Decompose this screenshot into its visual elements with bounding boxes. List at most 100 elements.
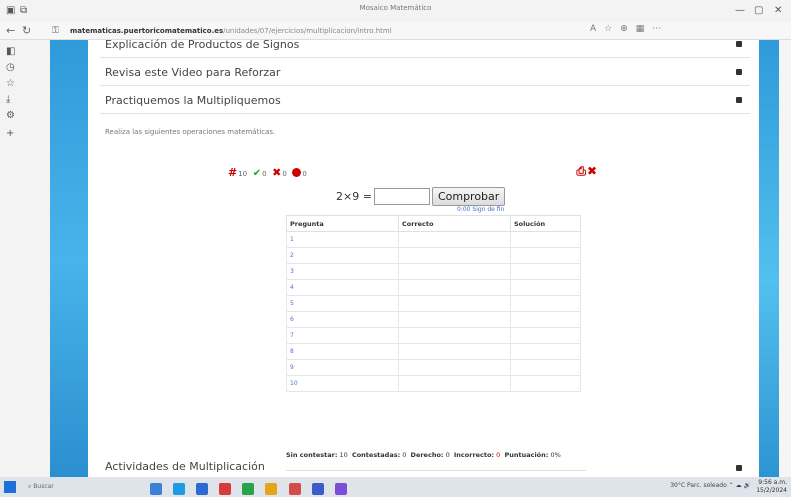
accordion-item-video[interactable]: Revisa este Video para Reforzar	[100, 62, 750, 86]
accordion-title: Explicación de Productos de Signos	[105, 38, 300, 51]
column-header-correcto: Correcto	[398, 215, 511, 232]
browser-sidebar: ◧ ◷ ☆ ⤓ ⚙ +	[0, 40, 50, 477]
clock-time: 9:56 a.m.	[758, 479, 787, 486]
column-header-solucion: Solución	[510, 215, 581, 232]
correct-icon: ✔	[252, 168, 262, 179]
question-number-cell[interactable]: 3	[286, 263, 399, 280]
quiz-stats: #10 ✔0 ✖0 0	[228, 166, 310, 179]
store-icon[interactable]	[196, 483, 209, 495]
table-row: 2	[286, 247, 581, 264]
system-tray[interactable]: 30°C Parc. soleado ⌃ ☁ 🔊	[670, 482, 751, 489]
question-number-cell[interactable]: 10	[286, 375, 399, 392]
accordion-item-activities[interactable]: Actividades de Multiplicación	[100, 457, 750, 477]
taskbar-search-label: Buscar	[33, 483, 54, 490]
table-row: 5	[286, 295, 581, 312]
browser-toolbar-icons[interactable]: A☆⊕▦⋯	[590, 24, 669, 34]
total-icon: #	[228, 166, 238, 179]
correct-cell	[398, 279, 511, 296]
taskbar-search[interactable]: ⌕ Buscar	[24, 481, 94, 493]
correct-cell	[398, 343, 511, 360]
solution-cell	[510, 327, 581, 344]
sidebar-settings-icon[interactable]: ⚙	[6, 110, 15, 121]
close-window-button[interactable]: ✕	[774, 3, 782, 19]
question-text: 2×9 =	[336, 190, 372, 203]
correct-cell	[398, 263, 511, 280]
refresh-icon[interactable]: ↻	[22, 23, 31, 39]
edge-icon[interactable]	[173, 483, 186, 495]
windows-taskbar: ⌕ Buscar 30°C Parc. soleado ⌃ ☁ 🔊 9:56 a…	[0, 477, 791, 497]
sidebar-history-icon[interactable]: ◷	[6, 62, 15, 73]
file-explorer-icon[interactable]	[150, 483, 162, 495]
maximize-button[interactable]: ▢	[754, 3, 763, 19]
solution-cell	[510, 279, 581, 296]
question-number-cell[interactable]: 9	[286, 359, 399, 376]
question-number-cell[interactable]: 6	[286, 311, 399, 328]
office-icon[interactable]	[219, 483, 232, 495]
lock-icon: ⚿	[52, 26, 59, 36]
solution-cell	[510, 343, 581, 360]
table-header-row: Pregunta Correcto Solución	[286, 215, 581, 232]
solution-cell	[510, 231, 581, 248]
accordion-title: Practiquemos la Multipliquemos	[105, 94, 281, 107]
minimize-button[interactable]: —	[735, 3, 745, 19]
clock-date: 15/2/2024	[756, 487, 787, 494]
print-icon[interactable]: ⎙	[576, 164, 587, 178]
taskbar-apps	[150, 480, 353, 495]
table-row: 6	[286, 311, 581, 328]
incorrect-count: 0	[282, 170, 287, 178]
collapse-icon[interactable]	[736, 97, 742, 103]
total-count: 10	[238, 170, 248, 178]
question-number-cell[interactable]: 1	[286, 231, 399, 248]
solution-cell	[510, 295, 581, 312]
accordion-title: Actividades de Multiplicación	[105, 460, 265, 473]
question-row: 2×9 = Comprobar	[336, 186, 506, 206]
correct-cell	[398, 359, 511, 376]
table-row: 9	[286, 359, 581, 376]
solution-cell	[510, 375, 581, 392]
sidebar-tabs-icon[interactable]: ◧	[6, 46, 15, 57]
browser-window-title: Mosaico Matemático	[359, 4, 432, 12]
correct-cell	[398, 375, 511, 392]
decorative-band-left	[50, 40, 88, 477]
chrome-icon[interactable]	[265, 483, 278, 495]
question-number-cell[interactable]: 7	[286, 327, 399, 344]
check-button[interactable]: Comprobar	[431, 187, 506, 206]
skipped-icon	[292, 168, 302, 177]
question-number-cell[interactable]: 8	[286, 343, 399, 360]
accordion-item-practice[interactable]: Practiquemos la Multipliquemos	[100, 90, 750, 114]
table-row: 4	[286, 279, 581, 296]
correct-cell	[398, 311, 511, 328]
table-row: 3	[286, 263, 581, 280]
solution-cell	[510, 263, 581, 280]
page-content: Explicación de Productos de Signos Revis…	[88, 38, 759, 477]
word-icon[interactable]	[311, 483, 324, 495]
back-arrow-icon[interactable]: ←	[6, 23, 15, 39]
taskbar-clock[interactable]: 9:56 a.m. 15/2/2024	[756, 479, 787, 495]
browser-titlebar: ▣ ⧉ Mosaico Matemático — ▢ ✕	[0, 0, 791, 22]
answer-input[interactable]	[373, 188, 430, 205]
teams-icon[interactable]	[334, 483, 347, 495]
web-page: Explicación de Productos de Signos Revis…	[50, 38, 791, 477]
multiplication-quiz: #10 ✔0 ✖0 0 ⎙✖ 2×9 = Comprobar 0:00 Sign …	[228, 162, 598, 471]
column-header-pregunta: Pregunta	[286, 215, 399, 232]
sidebar-add-icon[interactable]: +	[6, 128, 14, 139]
solution-cell	[510, 247, 581, 264]
expand-icon[interactable]	[736, 69, 742, 75]
time-link[interactable]: 0:00 Sign de fin	[457, 206, 504, 213]
accordion-title: Revisa este Video para Reforzar	[105, 66, 281, 79]
question-number-cell[interactable]: 5	[286, 295, 399, 312]
powerpoint-icon[interactable]	[288, 483, 301, 495]
expand-icon[interactable]	[736, 465, 742, 471]
question-number-cell[interactable]: 2	[286, 247, 399, 264]
expand-icon[interactable]	[736, 41, 742, 47]
sidebar-downloads-icon[interactable]: ⤓	[6, 94, 10, 105]
excel-icon[interactable]	[242, 483, 255, 495]
question-number-cell[interactable]: 4	[286, 279, 399, 296]
windows-start-icon[interactable]	[4, 481, 16, 493]
sidebar-favorites-icon[interactable]: ☆	[6, 78, 15, 89]
close-quiz-icon[interactable]: ✖	[587, 164, 598, 178]
accordion-item-signos[interactable]: Explicación de Productos de Signos	[100, 34, 750, 58]
table-row: 1	[286, 231, 581, 248]
instructions-text: Realiza las siguientes operaciones matem…	[105, 128, 276, 136]
table-row: 7	[286, 327, 581, 344]
